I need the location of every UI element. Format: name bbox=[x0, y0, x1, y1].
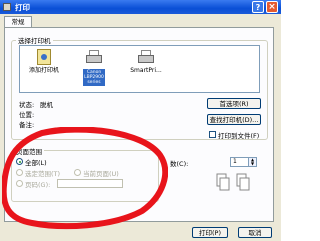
printer-icon bbox=[85, 49, 103, 67]
location-label: 位置: bbox=[19, 111, 35, 119]
collate-icon bbox=[216, 173, 250, 191]
copies-spinner[interactable]: 1 ▲ ▼ bbox=[230, 157, 257, 167]
red-circle-annotation bbox=[2, 127, 168, 230]
printer-item-add[interactable]: 添加打印机 bbox=[22, 49, 66, 74]
printer-label: SmartPri... bbox=[130, 67, 162, 74]
printer-icon bbox=[137, 49, 155, 67]
close-button[interactable]: × bbox=[266, 1, 278, 13]
printer-label: Canon LBP2900 series bbox=[83, 69, 105, 86]
print-to-file-checkbox[interactable] bbox=[209, 131, 216, 138]
print-dialog: 打印 ? × 常规 选择打印机 添加打印机 Canon LBP2900 seri… bbox=[0, 0, 281, 241]
preferences-button[interactable]: 首选项(R) bbox=[207, 98, 261, 109]
select-printer-group-label: 选择打印机 bbox=[16, 35, 53, 45]
cancel-button[interactable]: 取消 bbox=[238, 227, 272, 238]
print-button[interactable]: 打印(P) bbox=[192, 227, 228, 238]
printer-label: 添加打印机 bbox=[28, 67, 59, 74]
help-button[interactable]: ? bbox=[252, 1, 264, 13]
printer-list: 添加打印机 Canon LBP2900 series SmartPri... bbox=[19, 45, 260, 93]
add-printer-icon bbox=[37, 49, 51, 65]
print-to-file-label: 打印到文件(F) bbox=[218, 132, 260, 140]
find-printer-button[interactable]: 查找打印机(D)... bbox=[207, 114, 261, 125]
status-value: 脱机 bbox=[40, 101, 53, 109]
window-title: 打印 bbox=[15, 3, 30, 12]
copies-label: 数(C): bbox=[170, 160, 189, 168]
printer-item-canon[interactable]: Canon LBP2900 series bbox=[72, 49, 116, 86]
spinner-arrows-icon[interactable]: ▲ ▼ bbox=[248, 158, 256, 166]
status-label: 状态: bbox=[19, 101, 35, 109]
title-bar: 打印 ? × bbox=[0, 0, 281, 14]
printer-icon bbox=[3, 3, 11, 11]
copies-value: 1 bbox=[233, 158, 237, 165]
printer-item-smartprint[interactable]: SmartPri... bbox=[124, 49, 168, 74]
